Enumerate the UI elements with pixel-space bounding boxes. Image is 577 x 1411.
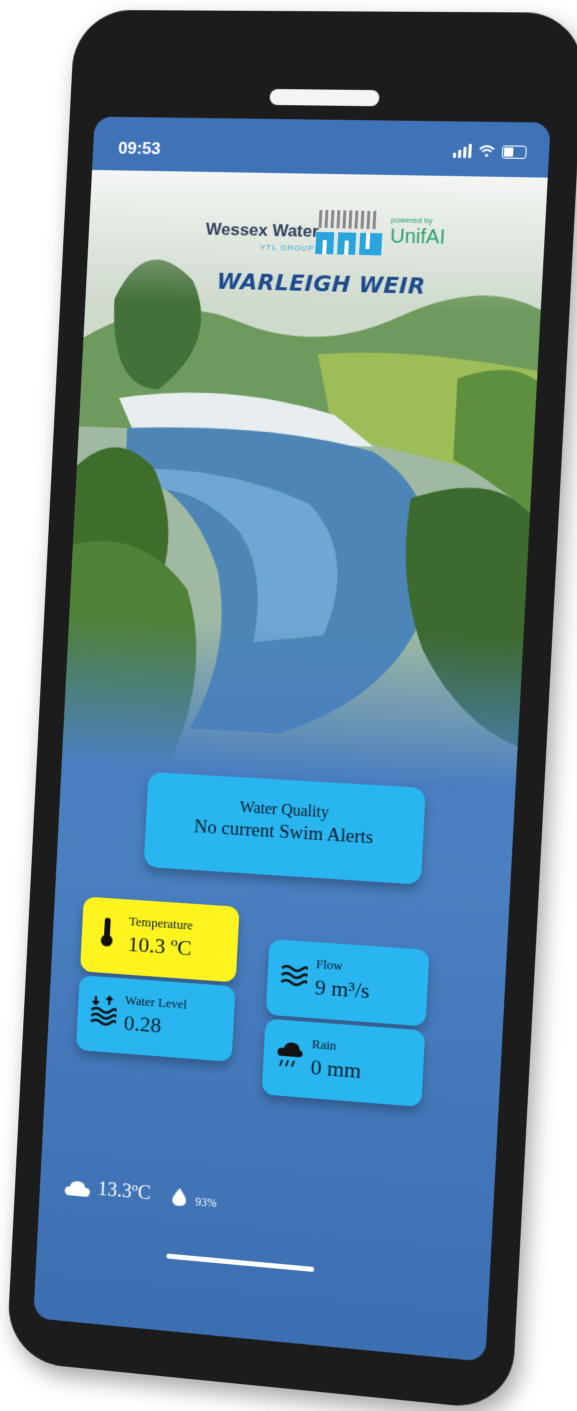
- home-indicator[interactable]: [166, 1253, 315, 1272]
- humidity-drop-icon: [171, 1186, 187, 1206]
- rain-label: Rain: [311, 1036, 337, 1054]
- status-bar: 09:53: [92, 116, 551, 178]
- wifi-icon: [478, 145, 495, 157]
- temperature-tile[interactable]: Temperature 10.3 ºC: [79, 896, 240, 983]
- air-temperature: 13.3ºC: [97, 1178, 152, 1205]
- thermometer-icon: [100, 917, 113, 947]
- rain-tile[interactable]: Rain 0 mm: [261, 1018, 426, 1108]
- phone-speaker: [269, 88, 380, 107]
- status-time: 09:53: [117, 138, 162, 159]
- water-level-value: 0.28: [123, 1010, 162, 1038]
- weather-footer: 13.3ºC 93%: [64, 1175, 217, 1211]
- ytl-group-label: YTL GROUP: [259, 242, 315, 253]
- signal-icon: [452, 143, 472, 159]
- flow-value: 9 m³/s: [314, 974, 371, 1004]
- cloud-icon: [64, 1179, 91, 1197]
- status-icons: [452, 143, 527, 159]
- temperature-label: Temperature: [128, 913, 194, 933]
- rain-cloud-icon: [277, 1042, 303, 1067]
- brand-logos: Wessex Water YTL GROUP powered by UnifAI: [204, 208, 456, 269]
- waves-icon: [279, 958, 308, 992]
- flow-label: Flow: [315, 956, 344, 974]
- water-level-tile[interactable]: Water Level 0.28: [75, 975, 236, 1062]
- app-screen: 09:53 Wessex Water YTL GROUP powered by …: [33, 116, 551, 1362]
- powered-by-label: powered by: [390, 215, 433, 226]
- temperature-value: 10.3 ºC: [127, 931, 193, 961]
- humidity-value: 93%: [194, 1194, 218, 1211]
- unifai-logo: UnifAI: [389, 225, 446, 249]
- battery-icon: [501, 144, 527, 159]
- ytl-logo-icon: [315, 209, 383, 256]
- water-level-icon: [89, 994, 118, 1028]
- site-title: WARLEIGH WEIR: [216, 269, 427, 300]
- water-quality-card[interactable]: Water Quality No current Swim Alerts: [143, 771, 426, 885]
- wessex-water-logo: Wessex Water: [205, 219, 320, 241]
- phone-frame: 09:53 Wessex Water YTL GROUP powered by …: [6, 9, 577, 1411]
- water-level-label: Water Level: [124, 992, 188, 1012]
- rain-value: 0 mm: [310, 1054, 363, 1084]
- flow-tile[interactable]: Flow 9 m³/s: [265, 938, 430, 1027]
